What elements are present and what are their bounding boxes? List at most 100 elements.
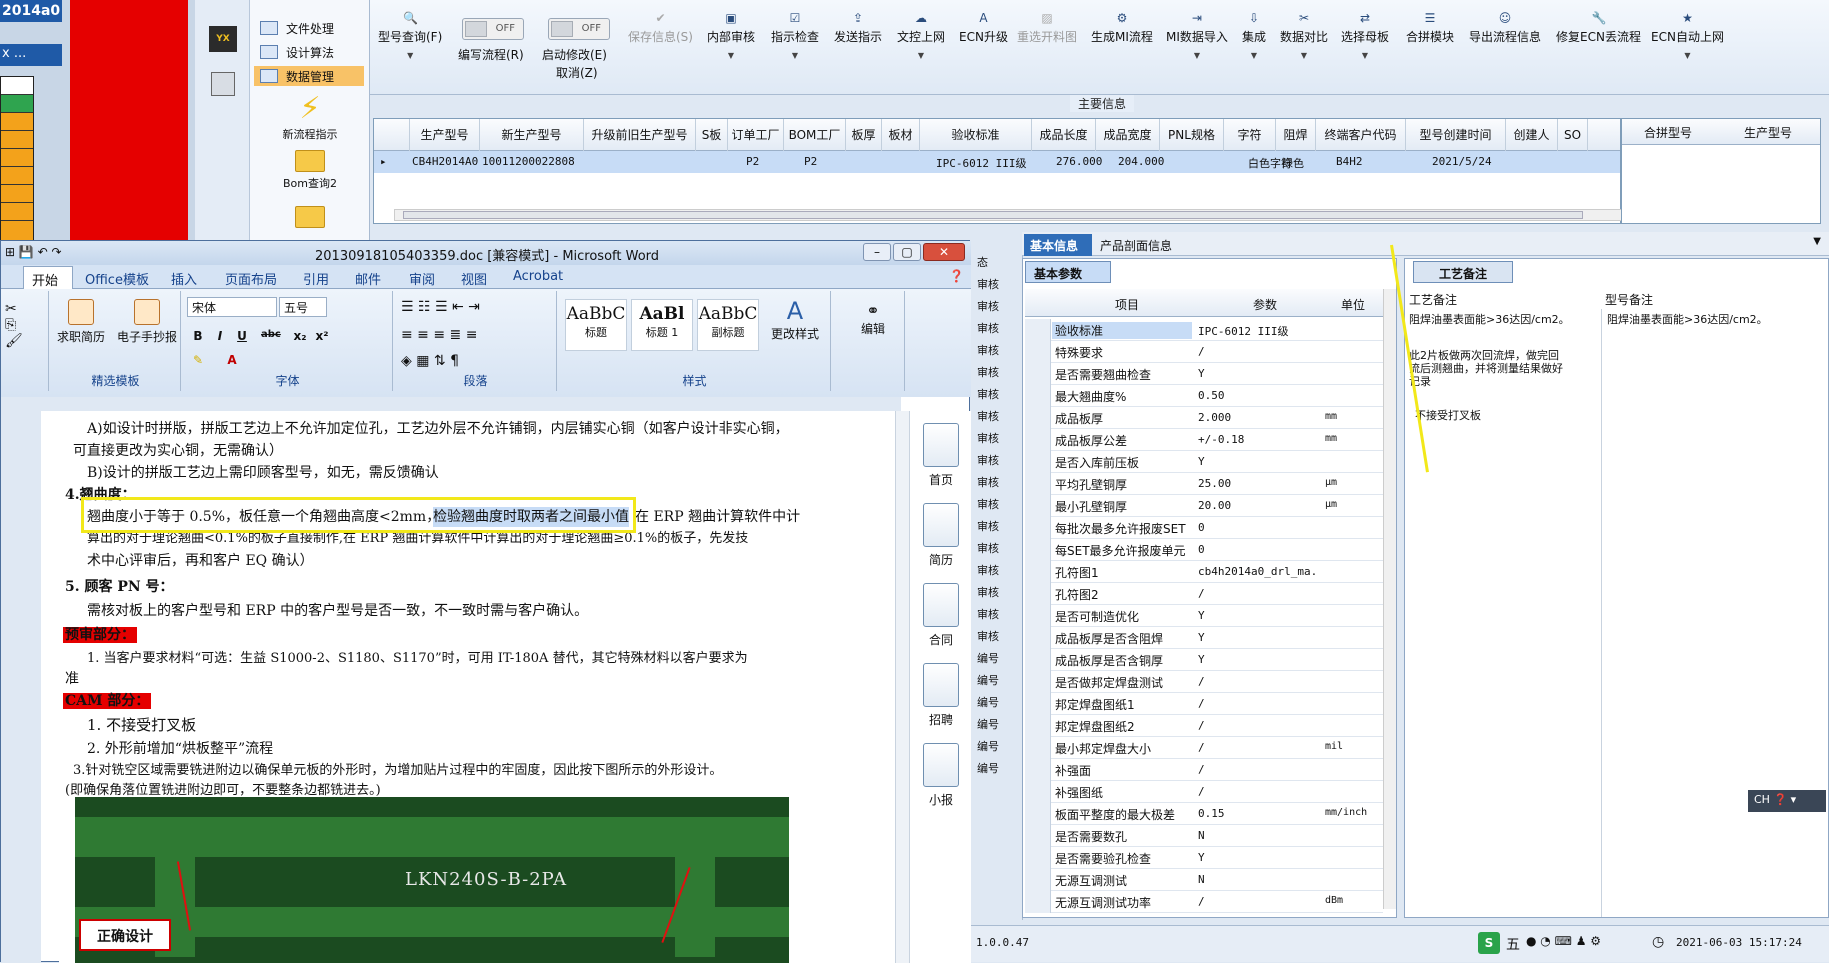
- table-row[interactable]: ▸ CB4H2014A0 10011200022808 P2 P2 IPC-60…: [374, 151, 1620, 173]
- col-header[interactable]: 合拼型号: [1644, 124, 1692, 141]
- col-header[interactable]: 成品宽度: [1096, 119, 1160, 151]
- col-header[interactable]: 型号创建时间: [1406, 119, 1506, 151]
- calculator-icon[interactable]: [211, 72, 235, 96]
- nav-key-data[interactable]: [250, 206, 370, 231]
- col-header[interactable]: 终端客户代码: [1316, 119, 1406, 151]
- font-size-select[interactable]: 五号: [279, 297, 327, 317]
- chevron-down-icon[interactable]: ▼: [1813, 236, 1821, 247]
- left-combo[interactable]: x ...: [0, 44, 62, 66]
- param-row[interactable]: 是否做邦定焊盘测试 /: [1025, 671, 1383, 693]
- param-row[interactable]: 是否可制造优化 Y: [1025, 605, 1383, 627]
- language-bar[interactable]: CH ❓ ▾: [1748, 790, 1826, 812]
- param-row[interactable]: 孔符图2 /: [1025, 583, 1383, 605]
- resume-button[interactable]: 求职简历: [57, 299, 105, 345]
- param-row[interactable]: 成品板厚是否含阻焊 Y: [1025, 627, 1383, 649]
- col-header[interactable]: 创建人: [1506, 119, 1558, 151]
- send-instruction-button[interactable]: ⇪ 发送指示: [834, 12, 882, 45]
- col-header[interactable]: 阻焊: [1276, 119, 1316, 151]
- nav-new-flow[interactable]: ⚡ 新流程指示: [250, 92, 370, 142]
- param-row[interactable]: 最小邦定焊盘大小 / mil: [1025, 737, 1383, 759]
- param-row[interactable]: 平均孔壁铜厚 25.00 μm: [1025, 473, 1383, 495]
- nav-item-algo[interactable]: 设计算法: [254, 42, 364, 62]
- close-button[interactable]: ✕: [923, 243, 965, 261]
- param-row[interactable]: 最大翘曲度% 0.50: [1025, 385, 1383, 407]
- subscript-button[interactable]: x₂: [291, 329, 309, 347]
- tab-insert[interactable]: 插入: [171, 269, 197, 288]
- start-edit-toggle[interactable]: OFF: [548, 18, 610, 40]
- strike-button[interactable]: abc: [261, 329, 281, 347]
- param-row[interactable]: 无源互调测试 N: [1025, 869, 1383, 891]
- param-row[interactable]: 最小孔壁铜厚 20.00 μm: [1025, 495, 1383, 517]
- param-row[interactable]: 验收标准 IPC-6012 III级: [1025, 319, 1383, 341]
- side-recruit[interactable]: 招聘: [916, 663, 966, 728]
- clipboard-icon[interactable]: ✂ ⎘ 🖌: [5, 301, 23, 349]
- style-title[interactable]: AaBbC 标题: [565, 299, 627, 351]
- params-vertical-scrollbar[interactable]: [1383, 289, 1396, 909]
- tab-review[interactable]: 审阅: [409, 269, 435, 288]
- highlight-button[interactable]: ✎: [189, 353, 207, 371]
- col-header[interactable]: 成品长度: [1032, 119, 1096, 151]
- col-header[interactable]: 字符: [1224, 119, 1276, 151]
- merge-grid[interactable]: 合拼型号 生产型号: [1621, 118, 1821, 224]
- side-contract[interactable]: 合同: [916, 583, 966, 648]
- superscript-button[interactable]: x²: [313, 329, 331, 347]
- param-row[interactable]: 是否需要翘曲检查 Y: [1025, 363, 1383, 385]
- align-icon[interactable]: ≡ ≡ ≡ ≣ ≡: [401, 327, 477, 343]
- col-header[interactable]: SO: [1558, 119, 1588, 151]
- nav-item-data[interactable]: 数据管理: [254, 66, 364, 86]
- tab-product-profile[interactable]: 产品剖面信息: [1100, 237, 1172, 254]
- font-name-select[interactable]: 宋体: [187, 297, 277, 317]
- col-header[interactable]: 升级前旧生产型号: [584, 119, 696, 151]
- main-info-grid[interactable]: 生产型号 新生产型号 升级前旧生产型号 S板 订单工厂 BOM工厂 板厚 板材 …: [373, 118, 1624, 224]
- param-row[interactable]: 是否需要验孔检查 Y: [1025, 847, 1383, 869]
- handcopy-button[interactable]: 电子手抄报: [117, 299, 177, 345]
- change-style-button[interactable]: A 更改样式: [771, 297, 819, 342]
- mi-import-button[interactable]: ⇥ MI数据导入 ▼: [1166, 12, 1228, 60]
- style-heading1[interactable]: AaBl 标题 1: [631, 299, 693, 351]
- param-row[interactable]: 成品板厚 2.000 mm: [1025, 407, 1383, 429]
- ime-tray-icons[interactable]: ● ◔ ⌨ ♟ ⚙: [1526, 934, 1601, 948]
- tab-layout[interactable]: 页面布局: [225, 269, 277, 288]
- select-mother-button[interactable]: ⇄ 选择母板 ▼: [1341, 12, 1389, 60]
- underline-button[interactable]: U: [233, 329, 251, 347]
- tab-view[interactable]: 视图: [461, 269, 487, 288]
- font-color-button[interactable]: A: [223, 353, 241, 371]
- param-row[interactable]: 孔符图1 cb4h2014a0_drl_ma...: [1025, 561, 1383, 583]
- gen-mi-flow-button[interactable]: ⚙ 生成MI流程: [1091, 12, 1153, 45]
- edit-button[interactable]: ⚭ 编辑: [861, 301, 885, 337]
- col-header[interactable]: S板: [696, 119, 728, 151]
- param-row[interactable]: 邦定焊盘图纸1 /: [1025, 693, 1383, 715]
- internal-review-button[interactable]: ▣ 内部审核 ▼: [707, 12, 755, 60]
- instruction-check-button[interactable]: ☑ 指示检查 ▼: [771, 12, 819, 60]
- style-subtitle[interactable]: AaBbC 副标题: [697, 299, 759, 351]
- param-row[interactable]: 每批次最多允许报废SET 0: [1025, 517, 1383, 539]
- model-query-button[interactable]: 🔍 型号查询(F) ▼: [378, 12, 442, 60]
- help-icon[interactable]: ❓: [949, 269, 964, 283]
- italic-button[interactable]: I: [211, 329, 229, 347]
- side-newsletter[interactable]: 小报: [916, 743, 966, 808]
- repair-ecn-button[interactable]: 🔧 修复ECN丢流程: [1556, 12, 1641, 45]
- reselect-cut-button[interactable]: ▨ 重选开料图: [1017, 12, 1077, 45]
- cancel-label[interactable]: 取消(Z): [556, 64, 598, 81]
- save-info-button[interactable]: ✔ 保存信息(S): [628, 12, 693, 45]
- export-flow-button[interactable]: ☺ 导出流程信息: [1469, 12, 1541, 45]
- horizontal-scrollbar[interactable]: [394, 209, 1624, 221]
- integrate-button[interactable]: ⇩ 集成 ▼: [1242, 12, 1266, 60]
- param-row[interactable]: 是否入库前压板 Y: [1025, 451, 1383, 473]
- side-resume[interactable]: 简历: [916, 503, 966, 568]
- edit-flow-toggle[interactable]: OFF: [462, 18, 524, 40]
- doc-online-button[interactable]: ☁ 文控上网 ▼: [897, 12, 945, 60]
- side-home[interactable]: 首页: [916, 423, 966, 488]
- word-logo-icon[interactable]: ⊞ 💾 ↶ ↷: [5, 245, 62, 259]
- data-compare-button[interactable]: ✂ 数据对比 ▼: [1280, 12, 1328, 60]
- ime-logo-icon[interactable]: S: [1478, 932, 1500, 954]
- col-header[interactable]: 生产型号: [410, 119, 480, 151]
- minimize-button[interactable]: –: [863, 243, 891, 261]
- nav-bom-query[interactable]: Bom查询2: [250, 150, 370, 191]
- tab-home[interactable]: 开始: [23, 266, 73, 289]
- param-row[interactable]: 每SET最多允许报废单元 0: [1025, 539, 1383, 561]
- col-header[interactable]: BOM工厂: [784, 119, 846, 151]
- bold-button[interactable]: B: [189, 329, 207, 347]
- param-row[interactable]: 补强面 /: [1025, 759, 1383, 781]
- ime-mode[interactable]: 五: [1506, 934, 1520, 954]
